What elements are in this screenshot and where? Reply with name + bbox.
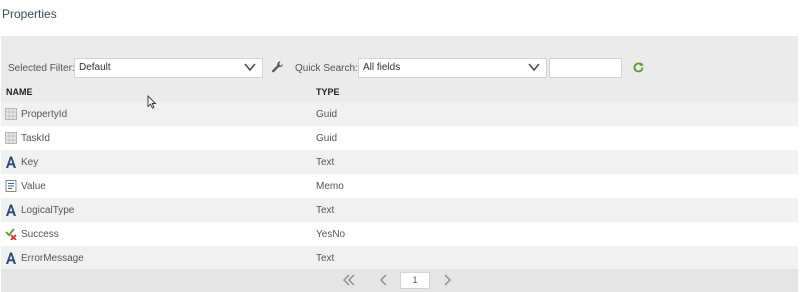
page-number-input[interactable]: 1	[400, 272, 430, 289]
wrench-icon[interactable]	[271, 60, 285, 74]
property-type: Text	[316, 157, 335, 168]
yesno-icon	[5, 228, 17, 240]
text-icon	[6, 252, 16, 264]
property-type: Guid	[316, 109, 338, 120]
property-type: YesNo	[316, 229, 346, 240]
next-page-icon[interactable]	[442, 273, 452, 287]
filter-toolbar: Selected Filter: Default Quick Search: A…	[1, 56, 798, 82]
text-icon	[6, 156, 16, 168]
quick-search-input[interactable]	[549, 58, 622, 78]
table-row[interactable]: Success YesNo	[1, 222, 798, 246]
first-page-icon[interactable]	[342, 273, 356, 287]
mouse-cursor-icon	[147, 95, 157, 109]
property-name: LogicalType	[21, 205, 75, 216]
guid-icon	[5, 132, 17, 144]
property-type: Text	[316, 205, 335, 216]
chevron-down-icon	[528, 63, 540, 72]
table-row[interactable]: Key Text	[1, 150, 798, 174]
pager: 1	[1, 269, 798, 292]
property-name: Value	[21, 181, 46, 192]
page-title: Properties	[2, 7, 57, 21]
text-icon	[6, 204, 16, 216]
table-row[interactable]: LogicalType Text	[1, 198, 798, 222]
selected-filter-dropdown[interactable]: Default	[74, 58, 263, 78]
property-name: PropertyId	[21, 109, 68, 120]
column-header-type[interactable]: TYPE	[316, 87, 340, 97]
table-header: NAME TYPE	[1, 82, 798, 102]
quick-search-label: Quick Search:	[295, 63, 358, 74]
memo-icon	[5, 180, 17, 192]
column-header-name[interactable]: NAME	[6, 87, 33, 97]
table-row[interactable]: Value Memo	[1, 174, 798, 198]
table-row[interactable]: PropertyId Guid	[1, 102, 798, 126]
property-name: ErrorMessage	[21, 253, 84, 264]
property-type: Memo	[316, 181, 344, 192]
properties-table: NAME TYPE PropertyId Guid TaskId Guid Ke…	[1, 82, 798, 270]
quick-search-field-dropdown[interactable]: All fields	[358, 58, 547, 78]
property-name: TaskId	[21, 133, 50, 144]
previous-page-icon[interactable]	[379, 273, 389, 287]
property-type: Text	[316, 253, 335, 264]
property-name: Key	[21, 157, 39, 168]
guid-icon	[5, 108, 17, 120]
property-type: Guid	[316, 133, 338, 144]
property-name: Success	[21, 229, 59, 240]
selected-filter-value: Default	[79, 62, 111, 73]
table-row[interactable]: TaskId Guid	[1, 126, 798, 150]
quick-search-field-value: All fields	[363, 62, 401, 73]
refresh-icon[interactable]	[632, 61, 645, 74]
chevron-down-icon	[244, 63, 256, 72]
table-row[interactable]: ErrorMessage Text	[1, 246, 798, 270]
properties-panel: Selected Filter: Default Quick Search: A…	[1, 36, 798, 292]
selected-filter-label: Selected Filter:	[8, 63, 75, 74]
